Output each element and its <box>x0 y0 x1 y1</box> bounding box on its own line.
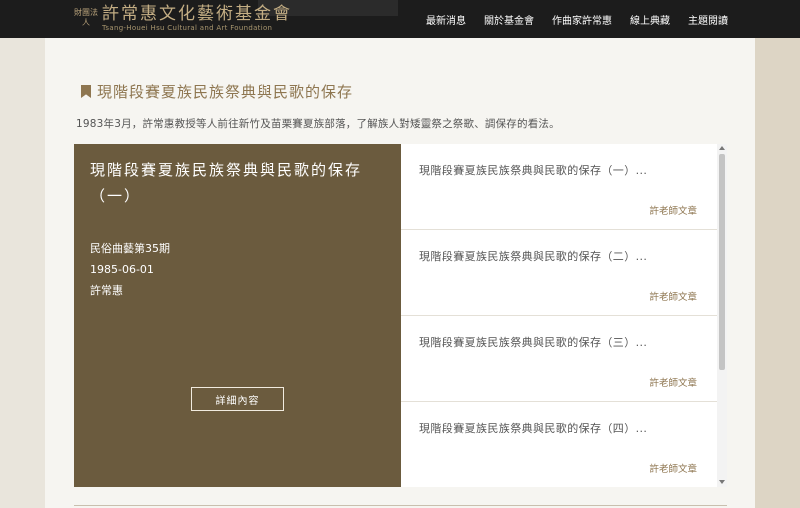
bottom-divider <box>74 505 727 506</box>
page-gutter <box>755 38 800 508</box>
nav-archive[interactable]: 線上典藏 <box>630 12 670 27</box>
list-item-title[interactable]: 現階段賽夏族民族祭典與民歌的保存（二）... <box>419 248 647 264</box>
scroll-thumb[interactable] <box>719 154 725 370</box>
featured-title: 現階段賽夏族民族祭典與民歌的保存（一） <box>90 161 363 205</box>
list-item-tag: 許老師文章 <box>649 292 697 303</box>
featured-date: 1985-06-01 <box>90 263 154 276</box>
page-title: 現階段賽夏族民族祭典與民歌的保存 <box>81 81 353 102</box>
featured-publication: 民俗曲藝第35期 <box>90 242 170 255</box>
nav-composer[interactable]: 作曲家許常惠 <box>552 12 612 27</box>
scroll-up-arrow-icon[interactable] <box>719 146 725 150</box>
featured-article: 現階段賽夏族民族祭典與民歌的保存（一） 民俗曲藝第35期 1985-06-01 … <box>74 144 401 487</box>
list-item-tag: 許老師文章 <box>649 378 697 389</box>
nav-about[interactable]: 關於基金會 <box>484 12 534 27</box>
list-item[interactable]: 現階段賽夏族民族祭典與民歌的保存（三）... 許老師文章 <box>401 316 717 402</box>
logo-subtitle: Tsang-Houei Hsu Cultural and Art Foundat… <box>102 24 273 32</box>
list-item[interactable]: 現階段賽夏族民族祭典與民歌的保存（四）... 許老師文章 <box>401 402 717 487</box>
logo-title[interactable]: 許常惠文化藝術基金會 <box>102 4 292 24</box>
intro-text: 1983年3月，許常惠教授等人前往新竹及苗栗賽夏族部落，了解族人對矮靈祭之祭歌、… <box>76 118 560 130</box>
logo-prefix[interactable]: 財團法人 <box>74 8 98 28</box>
list-scrollbar[interactable] <box>717 144 727 487</box>
list-item-tag: 許老師文章 <box>649 206 697 217</box>
content-panel: 現階段賽夏族民族祭典與民歌的保存 1983年3月，許常惠教授等人前往新竹及苗栗賽… <box>45 38 755 508</box>
main-nav: 最新消息 關於基金會 作曲家許常惠 線上典藏 主題閱讀 <box>426 12 728 27</box>
list-item-title[interactable]: 現階段賽夏族民族祭典與民歌的保存（三）... <box>419 334 647 350</box>
page-title-text: 現階段賽夏族民族祭典與民歌的保存 <box>97 83 354 101</box>
list-item-title[interactable]: 現階段賽夏族民族祭典與民歌的保存（四）... <box>419 420 647 436</box>
list-item-title[interactable]: 現階段賽夏族民族祭典與民歌的保存（一）... <box>419 162 647 178</box>
list-item[interactable]: 現階段賽夏族民族祭典與民歌的保存（一）... 許老師文章 <box>401 144 717 230</box>
nav-news[interactable]: 最新消息 <box>426 12 466 27</box>
detail-button[interactable]: 詳細內容 <box>191 387 284 411</box>
scroll-down-arrow-icon[interactable] <box>719 480 725 484</box>
bookmark-icon <box>81 85 91 98</box>
list-item[interactable]: 現階段賽夏族民族祭典與民歌的保存（二）... 許老師文章 <box>401 230 717 316</box>
site-header: 財團法人 許常惠文化藝術基金會 Tsang-Houei Hsu Cultural… <box>0 0 800 38</box>
list-item-tag: 許老師文章 <box>649 464 697 475</box>
featured-author: 許常惠 <box>90 284 123 297</box>
featured-meta: 民俗曲藝第35期 1985-06-01 許常惠 <box>90 238 170 301</box>
article-list: 現階段賽夏族民族祭典與民歌的保存（一）... 許老師文章 現階段賽夏族民族祭典與… <box>401 144 727 487</box>
nav-topics[interactable]: 主題閱讀 <box>688 12 728 27</box>
